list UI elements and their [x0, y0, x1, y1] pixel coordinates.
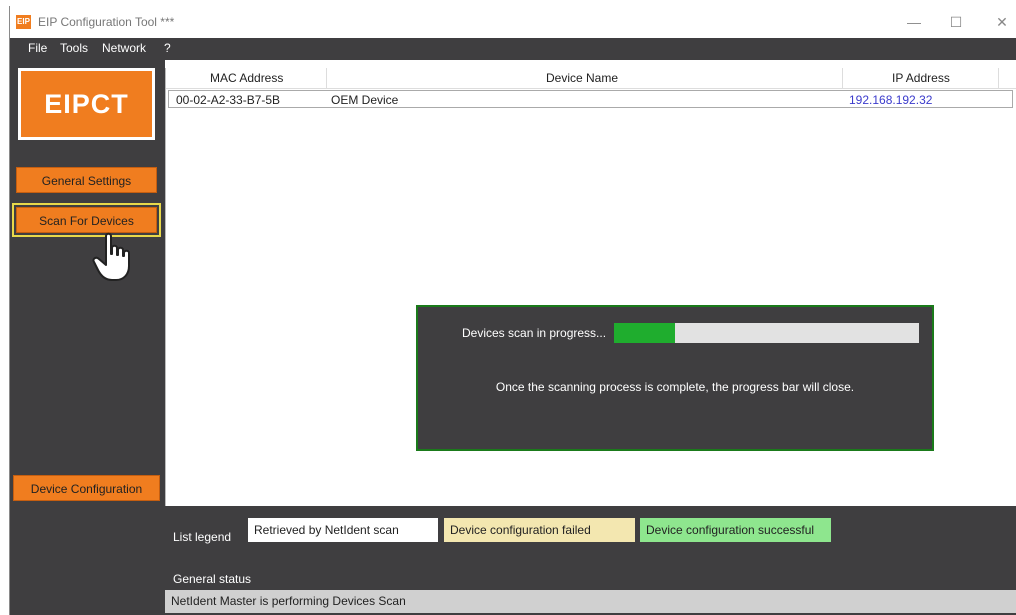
- device-table: MAC Address Device Name IP Address 00-02…: [165, 68, 1016, 506]
- column-separator[interactable]: [842, 68, 843, 88]
- scan-progress-message: Once the scanning process is complete, t…: [495, 380, 855, 394]
- menu-file[interactable]: File: [28, 41, 47, 55]
- close-button[interactable]: ✕: [982, 10, 1016, 34]
- eipct-logo: EIPCT: [18, 68, 155, 140]
- table-header: MAC Address Device Name IP Address: [166, 68, 1016, 89]
- bottom-panel: List legend Retrieved by NetIdent scan D…: [165, 506, 1016, 615]
- app-icon: EIP: [16, 15, 31, 29]
- device-configuration-button[interactable]: Device Configuration: [13, 475, 160, 501]
- column-separator[interactable]: [998, 68, 999, 88]
- legend-successful: Device configuration successful: [640, 518, 831, 542]
- cell-device-name: OEM Device: [331, 93, 399, 107]
- header-ip-address[interactable]: IP Address: [892, 71, 950, 85]
- general-status-label: General status: [173, 572, 252, 586]
- main-content: MAC Address Device Name IP Address 00-02…: [165, 60, 1016, 615]
- cell-mac: 00-02-A2-33-B7-5B: [176, 93, 281, 107]
- maximize-button[interactable]: ☐: [936, 10, 976, 34]
- menu-help[interactable]: ?: [164, 41, 171, 55]
- menu-network[interactable]: Network: [102, 41, 146, 55]
- scan-progress-dialog: Devices scan in progress... Once the sca…: [416, 305, 934, 451]
- app-window: EIP EIP Configuration Tool *** — ☐ ✕ Fil…: [9, 6, 1016, 615]
- table-row[interactable]: 00-02-A2-33-B7-5B OEM Device 192.168.192…: [168, 90, 1013, 108]
- legend-retrieved: Retrieved by NetIdent scan: [248, 518, 438, 542]
- general-status-bar: NetIdent Master is performing Devices Sc…: [165, 590, 1016, 613]
- title-bar: EIP EIP Configuration Tool *** — ☐ ✕: [10, 6, 1016, 38]
- legend-label: List legend: [173, 530, 232, 544]
- legend-failed: Device configuration failed: [444, 518, 635, 542]
- minimize-button[interactable]: —: [894, 10, 934, 34]
- menu-tools[interactable]: Tools: [60, 41, 88, 55]
- general-settings-button[interactable]: General Settings: [16, 167, 157, 193]
- header-mac-address[interactable]: MAC Address: [210, 71, 283, 85]
- scan-for-devices-button[interactable]: Scan For Devices: [12, 203, 161, 237]
- scan-progress-label: Devices scan in progress...: [462, 326, 607, 340]
- sidebar: EIPCT General Settings Scan For Devices …: [10, 60, 165, 615]
- hand-pointer-icon: [92, 232, 130, 281]
- header-device-name[interactable]: Device Name: [546, 71, 618, 85]
- cell-ip: 192.168.192.32: [849, 93, 933, 107]
- scan-progress-bar: [614, 323, 919, 343]
- column-separator[interactable]: [326, 68, 327, 88]
- scan-progress-fill: [614, 323, 675, 343]
- window-title: EIP Configuration Tool ***: [38, 15, 175, 29]
- menu-bar: File Tools Network ?: [10, 38, 1016, 60]
